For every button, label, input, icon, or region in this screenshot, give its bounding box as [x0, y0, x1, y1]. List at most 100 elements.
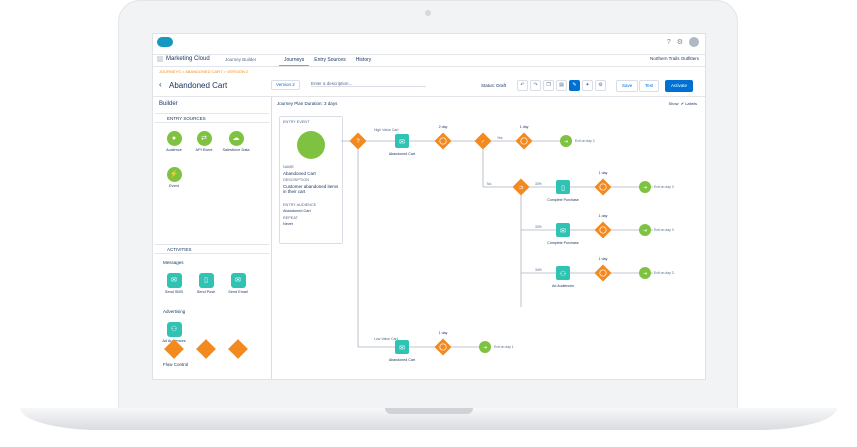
decision-split-high-low[interactable]: ?: [349, 132, 367, 150]
palette-decision-split[interactable]: [159, 339, 189, 360]
settings-gear-icon[interactable]: ⚙: [595, 80, 606, 91]
tab-history[interactable]: History: [351, 54, 377, 66]
svg-text:⚇: ⚇: [560, 270, 566, 278]
label-complete-2: Complete Purchase: [547, 241, 579, 245]
label-exit-day3-2: Exit on day 3: [654, 228, 674, 232]
svg-text:⇥: ⇥: [483, 345, 487, 351]
wait-node-1day-low[interactable]: [434, 338, 452, 356]
label-exit-day3-1: Exit on day 3: [654, 185, 674, 189]
wait-node-branch-3[interactable]: [594, 264, 612, 282]
help-icon[interactable]: ?: [667, 39, 671, 46]
random-split-node[interactable]: ⇉: [512, 178, 530, 196]
label-complete-1: Complete Purchase: [547, 198, 579, 202]
journey-title: Abandoned Cart: [169, 81, 228, 90]
email-icon: ✉: [230, 273, 246, 288]
svg-text:⇥: ⇥: [643, 228, 647, 234]
entry-sources-label: ENTRY SOURCES: [167, 116, 206, 121]
push-node-complete-2[interactable]: ✉: [556, 223, 570, 237]
activities-header[interactable]: ACTIVITIES: [155, 244, 269, 254]
label-wait-1day: 1 day: [520, 125, 529, 129]
label-split-3: 34%: [535, 268, 542, 272]
palette-random-split[interactable]: [191, 339, 221, 360]
palette-send-email-label: Send Email: [228, 290, 248, 294]
svg-text:✉: ✉: [399, 345, 405, 352]
ad-audiences-node[interactable]: ⚇: [556, 266, 570, 280]
svg-text:⇥: ⇥: [564, 139, 568, 145]
toolbar-tools: ↶ ↷ ❐ ▤ ✎ ✦ ⚙: [517, 80, 606, 91]
label-wait-branch-3: 1 day: [599, 257, 608, 261]
svg-text:⇉: ⇉: [519, 185, 523, 191]
palette-send-sms[interactable]: ✉ Send SMS: [159, 273, 189, 294]
wait-node-branch-1[interactable]: [594, 178, 612, 196]
sms-icon: ✉: [166, 273, 182, 288]
redo-icon[interactable]: ↷: [530, 80, 541, 91]
push-icon: ▯: [198, 273, 214, 288]
tab-entry-sources[interactable]: Entry Sources: [309, 54, 350, 66]
exit-node-day3-2[interactable]: ⇥: [639, 224, 651, 236]
activate-button[interactable]: Activate: [665, 80, 694, 92]
avatar[interactable]: [689, 37, 699, 47]
edit-icon[interactable]: ✎: [569, 80, 580, 91]
label-email-1: Abandoned Cart: [389, 152, 415, 156]
back-arrow-icon[interactable]: ‹: [159, 80, 162, 89]
label-exit-day2: Exit on day 2: [575, 139, 595, 143]
wait-node-branch-2[interactable]: [594, 221, 612, 239]
undo-icon[interactable]: ↶: [517, 80, 528, 91]
delete-icon[interactable]: ▤: [556, 80, 567, 91]
version-select[interactable]: Version 2: [271, 80, 300, 90]
label-wait-branch-1: 1 day: [599, 171, 608, 175]
entry-sources-header[interactable]: ENTRY SOURCES: [155, 113, 269, 123]
exit-node-day2[interactable]: ⇥: [560, 135, 572, 147]
salesforce-data-icon: ☁: [228, 131, 244, 146]
palette-send-sms-label: Send SMS: [164, 290, 184, 294]
exit-node-day3-1[interactable]: ⇥: [639, 181, 651, 193]
label-ad-audiences: Ad Audiences: [552, 284, 574, 288]
ad-audiences-icon: ⚇: [166, 322, 182, 337]
palette-api-event[interactable]: ⇄ API Event: [189, 131, 219, 152]
advertising-heading: Advertising: [163, 309, 186, 314]
svg-text:⇥: ⇥: [643, 185, 647, 191]
palette-audience-label: Audience: [166, 148, 182, 152]
breadcrumb[interactable]: JOURNEYS > ABANDONED CART > VERSION 2: [159, 69, 248, 74]
email-node-1[interactable]: ✉: [395, 134, 409, 148]
label-low-value: Low Value Cart: [374, 337, 398, 341]
journey-canvas[interactable]: Journey Plan Duration: 3 days Show ✔ Lab…: [273, 97, 705, 379]
activities-label: ACTIVITIES: [167, 247, 192, 252]
engagement-split-node[interactable]: ✓: [474, 132, 492, 150]
palette-salesforce-data[interactable]: ☁ Salesforce Data: [221, 131, 251, 152]
exit-node-day3-3[interactable]: ⇥: [639, 267, 651, 279]
app-launcher-icon[interactable]: [157, 56, 163, 62]
palette-audience[interactable]: ● Audience: [159, 131, 189, 152]
journey-flow-diagram: ? High Value Cart Low Value Cart ✉ Aband…: [341, 125, 674, 362]
label-email-2: Abandoned Cart: [389, 358, 415, 362]
palette-send-push[interactable]: ▯ Send Push: [191, 273, 221, 294]
salesforce-logo-icon: [157, 37, 173, 47]
exit-node-day1[interactable]: ⇥: [479, 341, 491, 353]
test-button[interactable]: Test: [639, 80, 660, 92]
email-node-2[interactable]: ✉: [395, 340, 409, 354]
wait-node-2day[interactable]: [434, 132, 452, 150]
engagement-split-icon: [228, 339, 248, 359]
app-tabs: Journeys Entry Sources History: [279, 54, 376, 66]
decision-split-icon: [164, 339, 184, 359]
settings-icon[interactable]: ⚙: [677, 38, 683, 46]
push-node-complete-1[interactable]: ▯: [556, 180, 570, 194]
svg-text:✉: ✉: [560, 228, 566, 235]
copy-icon[interactable]: ❐: [543, 80, 554, 91]
svg-text:✉: ✉: [399, 139, 405, 146]
save-button[interactable]: Save: [616, 80, 639, 92]
label-split-1: 33%: [535, 182, 542, 186]
palette-engagement-split[interactable]: [223, 339, 253, 360]
palette-send-email[interactable]: ✉ Send Email: [223, 273, 253, 294]
app-navbar: Marketing Cloud Journey Builder Journeys…: [153, 54, 705, 67]
label-no: No: [487, 182, 491, 186]
label-high-value: High Value Cart: [374, 128, 398, 132]
tab-journeys[interactable]: Journeys: [279, 54, 310, 66]
wait-node-1day[interactable]: [515, 132, 533, 150]
palette-api-event-label: API Event: [195, 148, 213, 152]
business-unit-selector[interactable]: Northern Trails Outfitters: [650, 56, 699, 61]
palette-event[interactable]: ⚡ Event: [159, 167, 189, 188]
goals-icon[interactable]: ✦: [582, 80, 593, 91]
description-input[interactable]: Enter a description...: [311, 81, 426, 87]
svg-text:⇥: ⇥: [643, 271, 647, 277]
